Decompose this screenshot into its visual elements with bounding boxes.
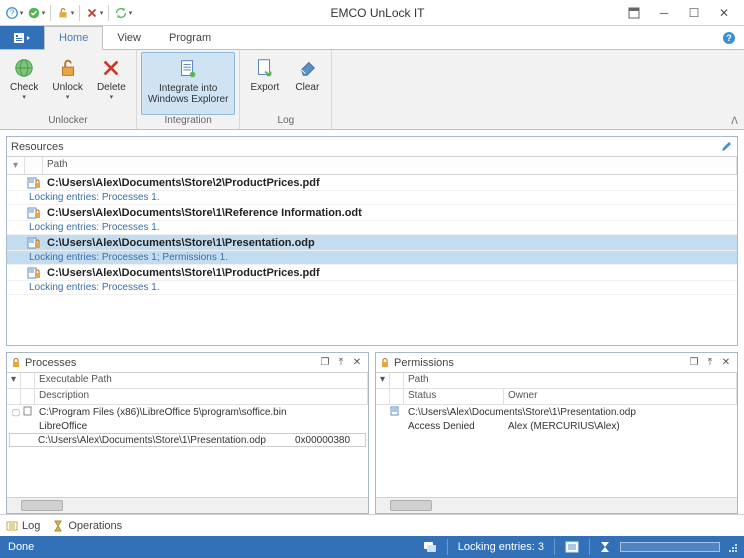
qat-refresh-icon[interactable]: ▾	[113, 3, 133, 23]
doc-arrow-icon	[253, 56, 277, 80]
resource-sub: Locking entries: Processes 1.	[7, 221, 737, 235]
doc-gear-icon	[176, 57, 200, 81]
tab-program[interactable]: Program	[155, 26, 225, 49]
tab-log[interactable]: Log	[6, 520, 40, 532]
x-red-icon	[99, 56, 123, 80]
permissions-panel: Permissions ❐ ⤒ ✕ ▾Path StatusOwner C:\U…	[375, 352, 738, 514]
window-minimize-icon[interactable]: ─	[652, 2, 676, 24]
resource-row[interactable]: C:\Users\Alex\Documents\Store\1\Referenc…	[7, 205, 737, 221]
integrate-button[interactable]: Integrate into Windows Explorer	[141, 52, 236, 115]
document-icon	[390, 406, 404, 419]
file-lock-icon	[25, 267, 43, 279]
resources-grid[interactable]: ▾ Path C:\Users\Alex\Documents\Store\2\P…	[7, 157, 737, 345]
permissions-pin-icon[interactable]: ⤒	[703, 356, 717, 370]
delete-button[interactable]: Delete ▾	[91, 52, 132, 115]
qat-check-icon[interactable]: ▾	[26, 3, 46, 23]
ribbon-tab-bar: Home View Program ?	[0, 26, 744, 50]
file-lock-icon	[25, 207, 43, 219]
permissions-grid[interactable]: ▾Path StatusOwner C:\Users\Alex\Document…	[376, 373, 737, 513]
resource-sub: Locking entries: Processes 1.	[7, 281, 737, 295]
permissions-close-icon[interactable]: ✕	[719, 356, 733, 370]
status-bar: Done Locking entries: 3	[0, 536, 744, 558]
file-lock-icon	[25, 237, 43, 249]
status-hourglass-icon[interactable]	[596, 541, 614, 553]
app-menu-button[interactable]	[0, 26, 44, 49]
group-log-title: Log	[244, 115, 327, 127]
tab-operations[interactable]: Operations	[52, 520, 122, 532]
status-log-icon[interactable]	[561, 541, 583, 553]
permissions-scrollbar[interactable]	[376, 497, 737, 513]
log-icon	[6, 520, 18, 532]
status-message: Done	[0, 541, 34, 553]
resource-row[interactable]: C:\Users\Alex\Documents\Store\2\ProductP…	[7, 175, 737, 191]
status-chat-icon[interactable]	[419, 541, 441, 553]
group-integration-title: Integration	[141, 115, 236, 127]
app-title: EMCO UnLock IT	[133, 6, 622, 20]
ribbon: Check ▾ Unlock ▾ Delete ▾ Unlocker Integ…	[0, 50, 744, 130]
resources-panel: Resources ▾ Path C:\Users\Alex\Documents…	[6, 136, 738, 346]
qat-help-icon[interactable]: ?▾	[4, 3, 24, 23]
resource-row[interactable]: C:\Users\Alex\Documents\Store\1\ProductP…	[7, 265, 737, 281]
window-close-icon[interactable]: ✕	[712, 2, 736, 24]
titlebar: ?▾ ▾ ▾ ▾ ▾ EMCO UnLock IT ─ ☐ ✕	[0, 0, 744, 26]
resource-sub: Locking entries: Processes 1.	[7, 191, 737, 205]
document-icon	[23, 406, 37, 419]
bottom-tab-bar: Log Operations	[0, 514, 744, 536]
window-maximize-icon[interactable]: ☐	[682, 2, 706, 24]
processes-title: Processes	[25, 357, 76, 369]
svg-text:?: ?	[10, 8, 15, 17]
processes-close-icon[interactable]: ✕	[350, 356, 364, 370]
ribbon-help-icon[interactable]: ?	[722, 26, 744, 49]
tab-home[interactable]: Home	[44, 26, 103, 50]
process-row[interactable]: ▢ C:\Program Files (x86)\LibreOffice 5\p…	[7, 405, 368, 419]
status-resize-grip-icon[interactable]	[726, 541, 738, 553]
file-lock-icon	[25, 177, 43, 189]
hourglass-icon	[52, 520, 64, 532]
processes-window-icon[interactable]: ❐	[318, 356, 332, 370]
check-button[interactable]: Check ▾	[4, 52, 44, 115]
resources-edit-icon[interactable]	[719, 140, 733, 154]
processes-pin-icon[interactable]: ⤒	[334, 356, 348, 370]
eraser-icon	[295, 56, 319, 80]
unlock-button[interactable]: Unlock ▾	[46, 52, 89, 115]
resource-sub: Locking entries: Processes 1; Permission…	[7, 251, 737, 265]
tab-view[interactable]: View	[103, 26, 155, 49]
permission-row[interactable]: C:\Users\Alex\Documents\Store\1\Presenta…	[376, 405, 737, 419]
svg-text:?: ?	[726, 33, 732, 43]
qat-unlock-icon[interactable]: ▾	[55, 3, 75, 23]
resource-row[interactable]: C:\Users\Alex\Documents\Store\1\Presenta…	[7, 235, 737, 251]
group-unlocker-title: Unlocker	[4, 115, 132, 127]
processes-panel: Processes ❐ ⤒ ✕ ▾Executable Path Descrip…	[6, 352, 369, 514]
padlock-open-icon	[56, 56, 80, 80]
globe-check-icon	[12, 56, 36, 80]
permissions-title: Permissions	[394, 357, 454, 369]
clear-button[interactable]: Clear	[287, 52, 327, 115]
permissions-window-icon[interactable]: ❐	[687, 356, 701, 370]
resources-title: Resources	[11, 141, 64, 153]
ribbon-collapse-icon[interactable]: ᐱ	[731, 116, 738, 127]
processes-scrollbar[interactable]	[7, 497, 368, 513]
processes-icon	[11, 358, 21, 368]
status-locking-entries: Locking entries: 3	[454, 541, 548, 553]
resources-grid-header: ▾ Path	[7, 157, 737, 175]
status-progress	[620, 542, 720, 552]
qat-delete-icon[interactable]: ▾	[84, 3, 104, 23]
window-auxiliary-icon[interactable]	[622, 2, 646, 24]
processes-grid[interactable]: ▾Executable Path Description ▢ C:\Progra…	[7, 373, 368, 513]
export-button[interactable]: Export	[244, 52, 285, 115]
permissions-icon	[380, 358, 390, 368]
